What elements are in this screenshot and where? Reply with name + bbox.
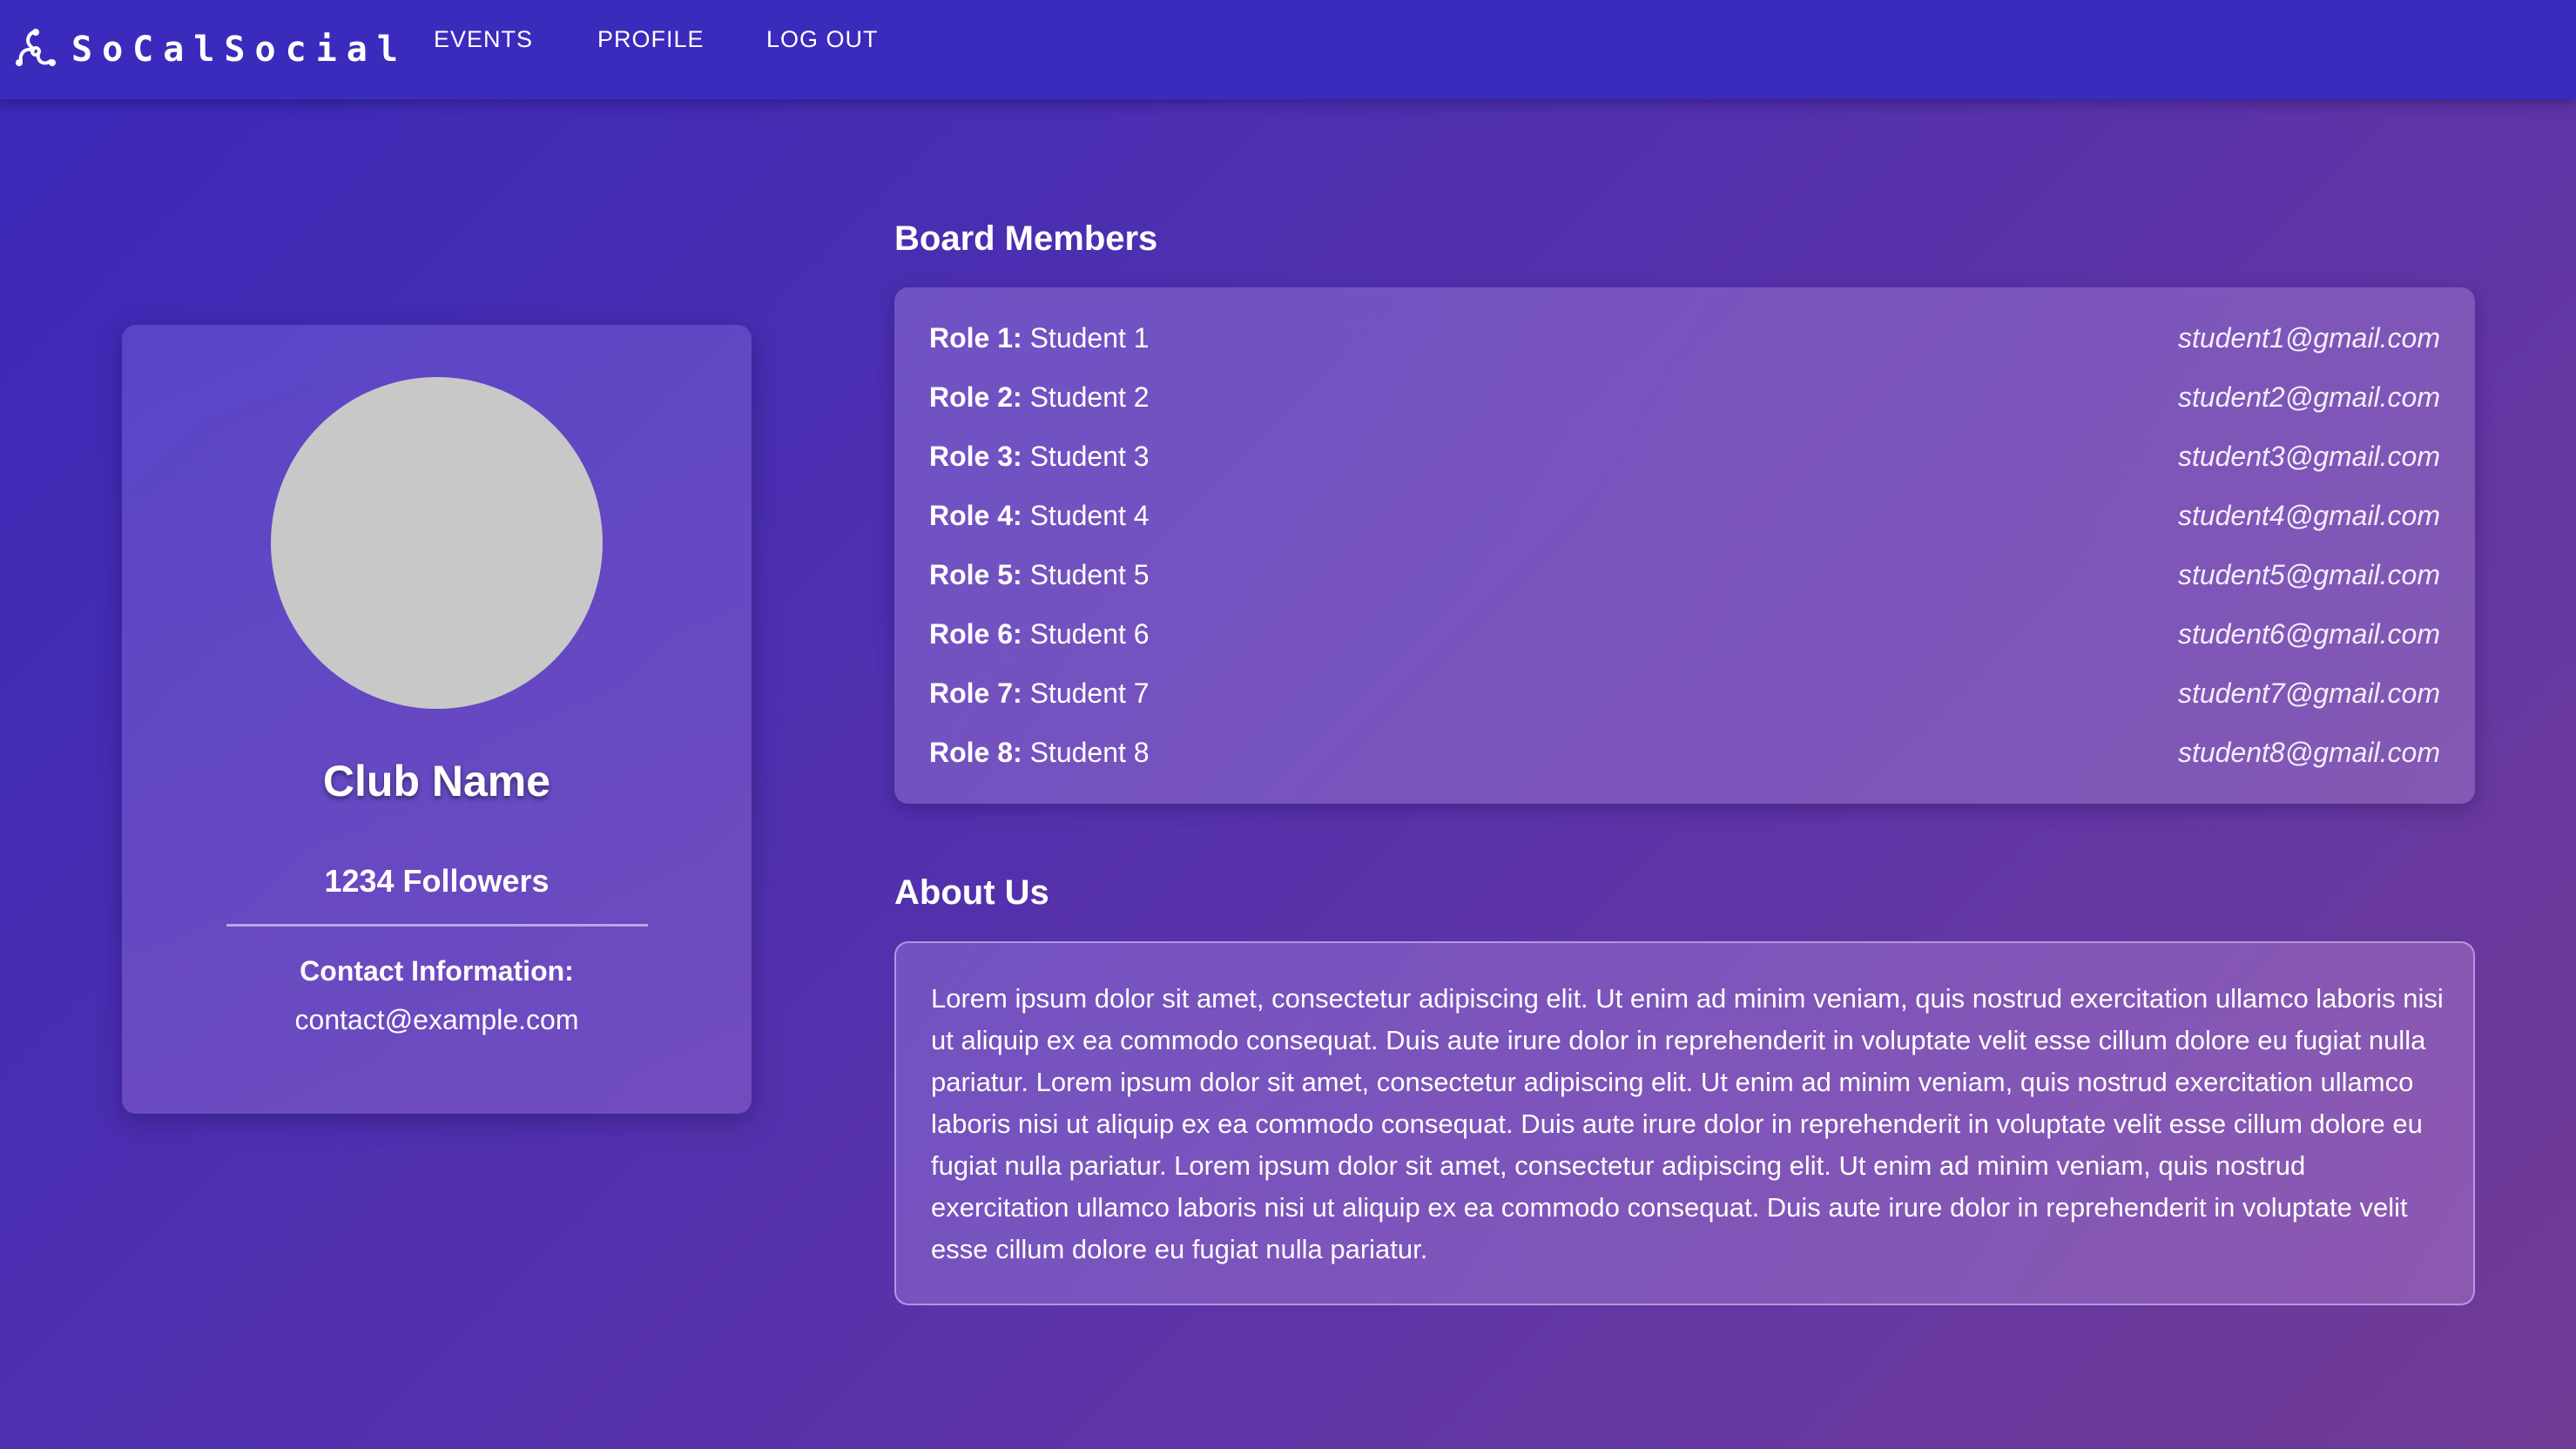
contact-email: contact@example.com [294, 1004, 579, 1035]
card-divider [226, 924, 648, 927]
member-name: Student 3 [1029, 440, 1150, 472]
contact-label: Contact Information: [300, 955, 574, 987]
board-member-row: Role 1: Student 1 student1@gmail.com [929, 317, 2440, 359]
member-role-name: Role 5: Student 5 [929, 559, 1150, 591]
board-member-row: Role 3: Student 3 student3@gmail.com [929, 435, 2440, 477]
nav-link-events[interactable]: EVENTS [434, 26, 533, 53]
member-role-name: Role 6: Student 6 [929, 618, 1150, 650]
about-us-heading: About Us [894, 873, 1049, 912]
member-name: Student 8 [1029, 736, 1150, 768]
member-role: Role 5: [929, 558, 1022, 590]
member-name: Student 4 [1029, 499, 1150, 531]
brand-home-link[interactable]: SoCalSocial [12, 26, 408, 73]
club-avatar [271, 377, 603, 709]
board-member-row: Role 6: Student 6 student6@gmail.com [929, 613, 2440, 655]
member-role: Role 7: [929, 677, 1022, 709]
member-email: student6@gmail.com [2177, 617, 2440, 650]
club-name: Club Name [322, 757, 551, 805]
nav-link-logout[interactable]: LOG OUT [766, 26, 879, 53]
member-email: student2@gmail.com [2177, 381, 2440, 413]
member-role: Role 3: [929, 440, 1022, 472]
board-member-row: Role 2: Student 2 student2@gmail.com [929, 376, 2440, 418]
member-email: student4@gmail.com [2177, 499, 2440, 531]
board-member-row: Role 8: Student 8 student8@gmail.com [929, 731, 2440, 773]
member-role-name: Role 2: Student 2 [929, 381, 1150, 414]
board-members-list: Role 1: Student 1 student1@gmail.com Rol… [894, 287, 2475, 804]
member-role: Role 1: [929, 321, 1022, 354]
brand-name: SoCalSocial [71, 30, 408, 70]
member-name: Student 6 [1029, 617, 1150, 650]
member-role-name: Role 8: Student 8 [929, 737, 1150, 769]
member-name: Student 2 [1029, 381, 1150, 413]
member-role-name: Role 7: Student 7 [929, 677, 1150, 710]
member-role: Role 8: [929, 736, 1022, 768]
board-member-row: Role 7: Student 7 student7@gmail.com [929, 672, 2440, 714]
member-email: student8@gmail.com [2177, 736, 2440, 768]
follower-count: 1234 Followers [324, 863, 550, 899]
member-role-name: Role 1: Student 1 [929, 322, 1150, 354]
board-member-row: Role 5: Student 5 student5@gmail.com [929, 554, 2440, 596]
member-role: Role 6: [929, 617, 1022, 650]
member-name: Student 7 [1029, 677, 1150, 709]
member-name: Student 1 [1029, 321, 1150, 354]
member-email: student3@gmail.com [2177, 440, 2440, 472]
nav-link-profile[interactable]: PROFILE [597, 26, 705, 53]
member-role: Role 4: [929, 499, 1022, 531]
member-role-name: Role 3: Student 3 [929, 441, 1150, 473]
about-us-text: Lorem ipsum dolor sit amet, consectetur … [931, 983, 2444, 1264]
member-role-name: Role 4: Student 4 [929, 500, 1150, 532]
top-navbar: SoCalSocial EVENTS PROFILE LOG OUT [0, 0, 2576, 99]
member-name: Student 5 [1029, 558, 1150, 590]
member-role: Role 2: [929, 381, 1022, 413]
triskelion-logo-icon [16, 29, 56, 66]
member-email: student5@gmail.com [2177, 558, 2440, 590]
club-profile-card: Club Name 1234 Followers Contact Informa… [122, 325, 752, 1114]
about-us-box: Lorem ipsum dolor sit amet, consectetur … [894, 941, 2475, 1305]
board-member-row: Role 4: Student 4 student4@gmail.com [929, 495, 2440, 536]
board-members-heading: Board Members [894, 219, 1158, 258]
member-email: student1@gmail.com [2177, 321, 2440, 354]
member-email: student7@gmail.com [2177, 677, 2440, 709]
